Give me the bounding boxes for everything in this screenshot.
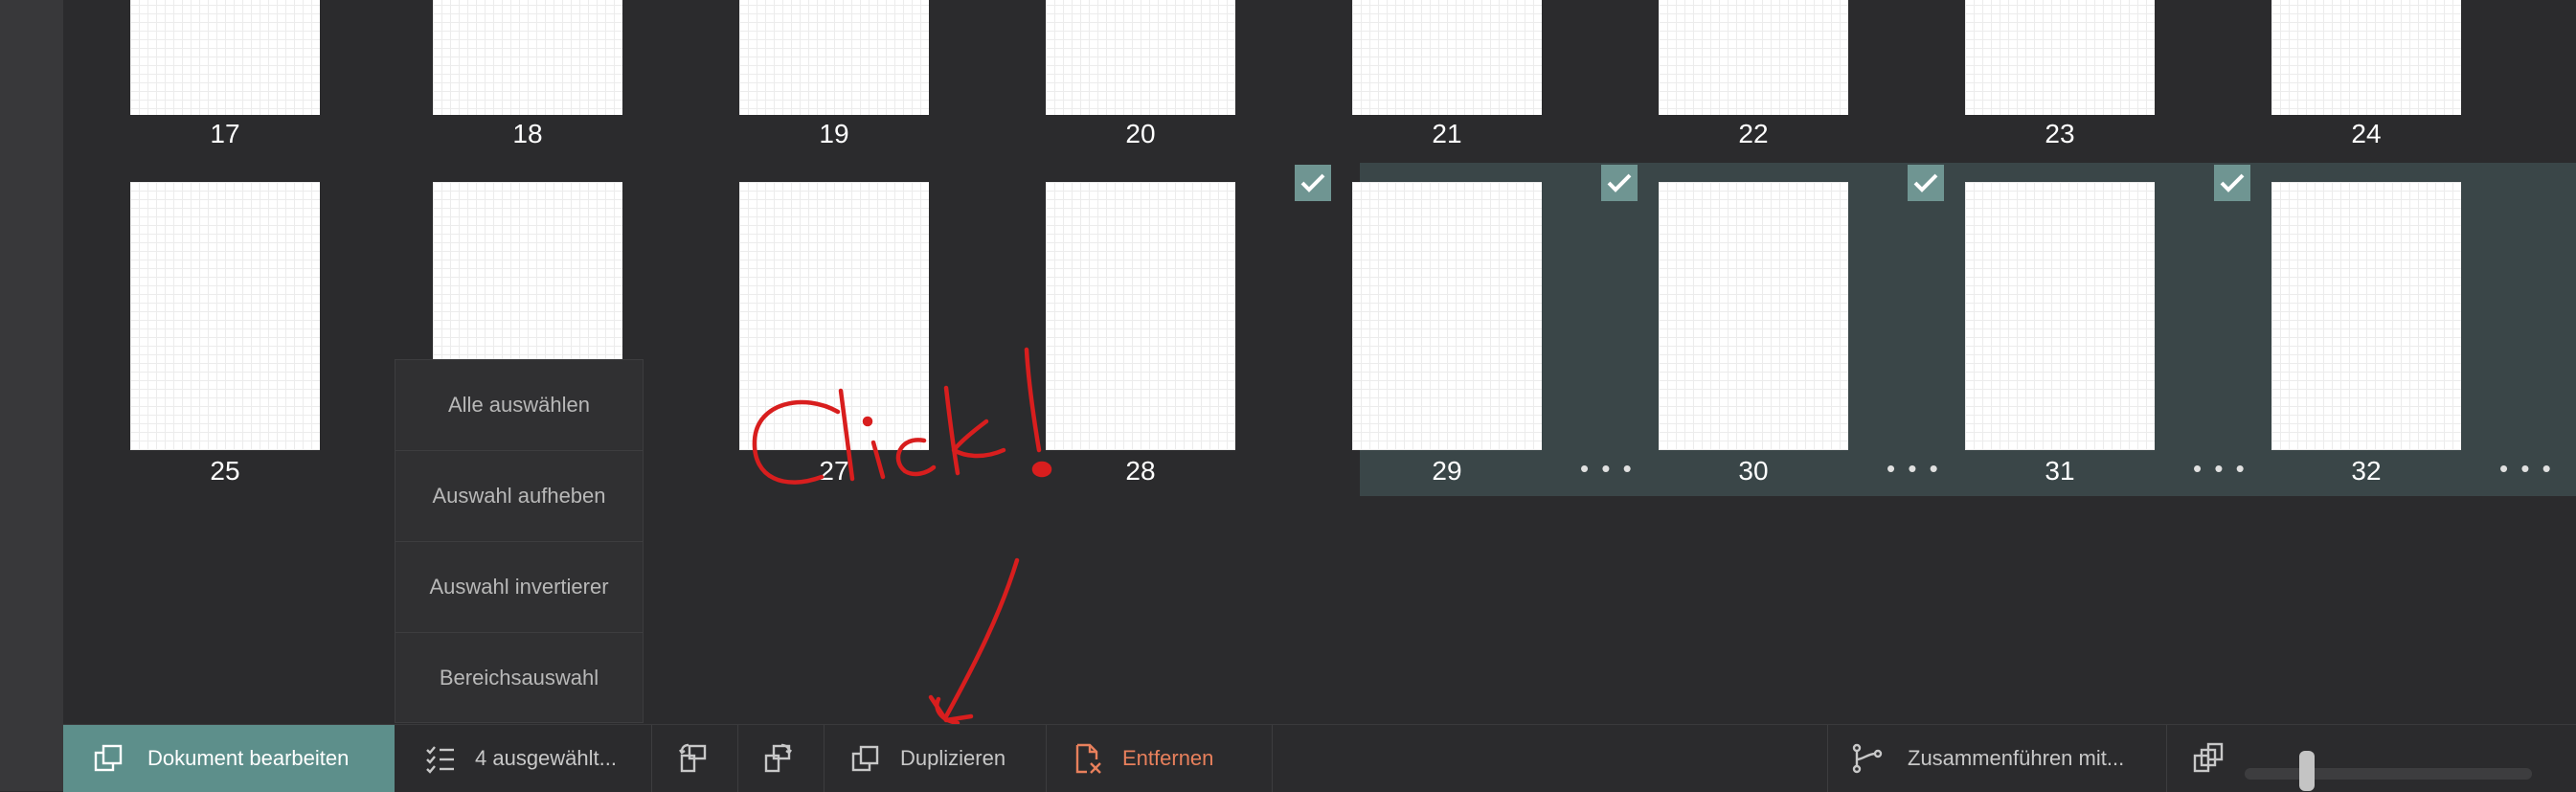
toolbar-separator	[1827, 725, 1828, 792]
page-number: 24	[2351, 119, 2382, 148]
rotate-left-icon	[676, 741, 711, 776]
remove-label: Entfernen	[1122, 746, 1214, 770]
page-thumbnail[interactable]	[130, 182, 320, 450]
thumbnail-zoom-slider-thumb[interactable]	[2298, 751, 2315, 791]
page-number: 32	[2351, 456, 2382, 486]
page-thumbnail[interactable]	[1352, 182, 1542, 450]
page-thumbnail[interactable]	[433, 0, 622, 115]
page-thumbnail[interactable]	[1659, 0, 1848, 115]
page-number: 23	[2045, 119, 2075, 148]
bottom-toolbar: Dokument bearbeiten 4 ausgewählt... Dupl…	[63, 724, 2576, 792]
page-thumbnail[interactable]	[1046, 182, 1235, 450]
toolbar-separator	[824, 725, 825, 792]
edit-document-label: Dokument bearbeiten	[147, 746, 350, 770]
page-more-options-button[interactable]: • • •	[1887, 454, 1941, 484]
page-thumbnail[interactable]	[1046, 0, 1235, 115]
page-number: 27	[819, 456, 849, 486]
page-number: 28	[1125, 456, 1156, 486]
duplicate-label: Duplizieren	[900, 746, 1006, 770]
edit-document-button[interactable]: Dokument bearbeiten	[63, 725, 395, 792]
page-number: 18	[512, 119, 543, 148]
thumbnail-size-icon	[2191, 741, 2226, 776]
toolbar-separator	[1272, 725, 1273, 792]
toolbar-separator	[737, 725, 738, 792]
merge-icon	[1850, 741, 1885, 776]
page-number: 22	[1738, 119, 1769, 148]
page-thumbnail[interactable]	[2271, 182, 2461, 450]
toolbar-separator	[2166, 725, 2167, 792]
page-thumbnail[interactable]	[1659, 182, 1848, 450]
menu-item-invert-selection[interactable]: Auswahl invertierer	[395, 542, 643, 633]
toolbar-separator	[651, 725, 652, 792]
page-thumbnail[interactable]	[1965, 0, 2155, 115]
menu-item-deselect[interactable]: Auswahl aufheben	[395, 451, 643, 542]
merge-label: Zusammenführen mit...	[1908, 746, 2125, 770]
checkmark-icon[interactable]	[1908, 165, 1944, 201]
thumbnail-zoom-slider[interactable]	[2245, 768, 2532, 780]
menu-item-range-selection[interactable]: Bereichsauswahl	[395, 633, 643, 723]
page-number: 17	[210, 119, 240, 148]
left-sidebar	[0, 0, 63, 791]
remove-button[interactable]: Entfernen	[1071, 725, 1213, 792]
duplicate-button[interactable]: Duplizieren	[848, 725, 1006, 792]
page-number: 29	[1432, 456, 1462, 486]
page-number: 19	[819, 119, 849, 148]
page-thumbnail[interactable]	[739, 182, 929, 450]
page-more-options-button[interactable]: • • •	[2499, 454, 2554, 484]
merge-button[interactable]: Zusammenführen mit...	[1850, 725, 2124, 792]
page-thumbnail[interactable]	[130, 0, 320, 115]
page-number: 21	[1432, 119, 1462, 148]
page-thumbnail[interactable]	[1965, 182, 2155, 450]
checkmark-icon[interactable]	[1295, 165, 1331, 201]
page-thumbnail[interactable]	[1352, 0, 1542, 115]
page-number: 31	[2045, 456, 2075, 486]
remove-page-icon	[1071, 741, 1105, 776]
selection-context-menu: Alle auswählen Auswahl aufheben Auswahl …	[395, 359, 644, 723]
page-thumbnail[interactable]	[739, 0, 929, 115]
rotate-right-icon	[760, 741, 795, 776]
checklist-icon	[423, 741, 458, 776]
checkmark-icon[interactable]	[2214, 165, 2250, 201]
page-thumbnail[interactable]	[2271, 0, 2461, 115]
checkmark-icon[interactable]	[1601, 165, 1638, 201]
rotate-right-button[interactable]	[760, 725, 795, 792]
page-number: 30	[1738, 456, 1769, 486]
page-more-options-button[interactable]: • • •	[1580, 454, 1635, 484]
page-more-options-button[interactable]: • • •	[2193, 454, 2248, 484]
menu-item-select-all[interactable]: Alle auswählen	[395, 360, 643, 451]
selection-count-label: 4 ausgewählt...	[475, 746, 617, 770]
thumbnail-size-button[interactable]	[2191, 725, 2226, 792]
toolbar-separator	[1046, 725, 1047, 792]
duplicate-icon	[848, 741, 883, 776]
rotate-left-button[interactable]	[676, 725, 711, 792]
page-number: 25	[210, 456, 240, 486]
selection-dropdown-button[interactable]: 4 ausgewählt...	[423, 725, 617, 792]
page-number: 20	[1125, 119, 1156, 148]
copy-icon	[92, 741, 126, 776]
